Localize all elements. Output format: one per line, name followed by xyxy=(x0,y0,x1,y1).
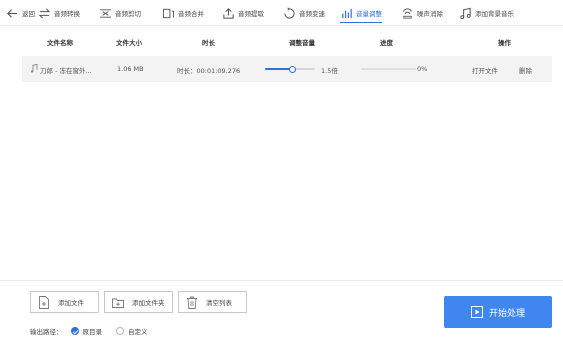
tab-audio-convert[interactable]: 音频转换 xyxy=(38,0,80,26)
toolbar: 返回 音频转换 音频剪切 音频合并 音频提取 音频变速 音量调整 噪声消除 添加… xyxy=(0,0,563,26)
col-header-actions: 操作 xyxy=(498,39,511,47)
tab-add-bgm[interactable]: 添加背景音乐 xyxy=(459,0,514,26)
progress-value: 0% xyxy=(417,65,428,73)
volume-bars-icon xyxy=(342,8,352,18)
tab-volume-adjust[interactable]: 音量调整 xyxy=(340,0,382,26)
output-path: 输出路径： 原目录 自定义 xyxy=(30,325,148,337)
divider xyxy=(0,280,563,281)
back-label: 返回 xyxy=(22,10,35,18)
tab-noise-removal[interactable]: 噪声消除 xyxy=(401,0,443,26)
add-folder-label: 添加文件夹 xyxy=(132,299,165,307)
add-file-icon xyxy=(39,295,49,309)
tab-label: 音频变速 xyxy=(299,10,325,18)
add-folder-button[interactable]: 添加文件夹 xyxy=(104,291,173,313)
tab-audio-extract[interactable]: 音频提取 xyxy=(222,0,264,26)
add-file-button[interactable]: 添加文件 xyxy=(30,291,99,313)
tab-label: 添加背景音乐 xyxy=(475,10,514,18)
radio-original-label[interactable]: 原目录 xyxy=(83,326,103,336)
table-row[interactable]: 刀郎 - 冻在窗外... 1.06 MB 时长：00:01:09.276 1.5… xyxy=(22,56,552,82)
output-path-label: 输出路径： xyxy=(30,328,63,336)
add-folder-icon xyxy=(112,298,124,308)
start-processing-label: 开始处理 xyxy=(488,308,525,319)
back-button[interactable]: 返回 xyxy=(6,0,35,26)
tab-label: 音频提取 xyxy=(238,10,264,18)
col-header-volume: 调整音量 xyxy=(289,39,315,47)
arrow-left-icon xyxy=(7,8,18,18)
radio-custom-label[interactable]: 自定义 xyxy=(128,326,148,336)
tab-label: 音频合并 xyxy=(178,10,204,18)
upload-icon xyxy=(223,7,234,19)
file-duration: 时长：00:01:09.276 xyxy=(177,67,241,75)
col-header-duration: 时长 xyxy=(202,39,215,47)
tab-audio-speed[interactable]: 音频变速 xyxy=(283,0,325,26)
volume-slider-handle[interactable] xyxy=(289,65,296,73)
col-header-progress: 进度 xyxy=(380,39,393,47)
scissors-icon xyxy=(99,8,112,18)
tab-label: 噪声消除 xyxy=(417,10,443,18)
tab-label: 音量调整 xyxy=(356,10,382,18)
music-note-icon xyxy=(460,7,471,19)
trash-icon xyxy=(187,296,197,309)
add-file-label: 添加文件 xyxy=(58,299,84,307)
music-file-icon xyxy=(30,64,38,73)
merge-icon xyxy=(162,8,175,18)
radio-original-dir[interactable] xyxy=(70,327,79,335)
tab-audio-cut[interactable]: 音频剪切 xyxy=(99,0,141,26)
tab-audio-merge[interactable]: 音频合并 xyxy=(162,0,204,26)
radio-custom-dir[interactable] xyxy=(116,327,124,335)
file-size: 1.06 MB xyxy=(117,65,144,73)
start-processing-button[interactable]: 开始处理 xyxy=(444,296,552,328)
noise-icon xyxy=(403,7,412,19)
speed-icon xyxy=(284,7,295,19)
clear-list-button[interactable]: 清空列表 xyxy=(178,291,247,313)
tab-label: 音频转换 xyxy=(54,10,80,18)
tab-label: 音频剪切 xyxy=(115,10,141,18)
play-icon xyxy=(470,306,483,318)
open-file-link[interactable]: 打开文件 xyxy=(472,65,498,75)
file-name: 刀郎 - 冻在窗外... xyxy=(40,67,92,75)
progress-bar xyxy=(361,68,416,70)
table-header: 文件名称 文件大小 时长 调整音量 进度 操作 xyxy=(0,32,563,52)
active-tab-underline xyxy=(340,21,382,23)
volume-slider[interactable] xyxy=(265,65,315,73)
volume-value: 1.5倍 xyxy=(321,67,338,75)
clear-list-label: 清空列表 xyxy=(206,299,232,307)
convert-icon xyxy=(38,7,51,19)
col-header-filename: 文件名称 xyxy=(47,39,73,47)
delete-link[interactable]: 删除 xyxy=(519,65,532,75)
col-header-filesize: 文件大小 xyxy=(116,39,142,47)
